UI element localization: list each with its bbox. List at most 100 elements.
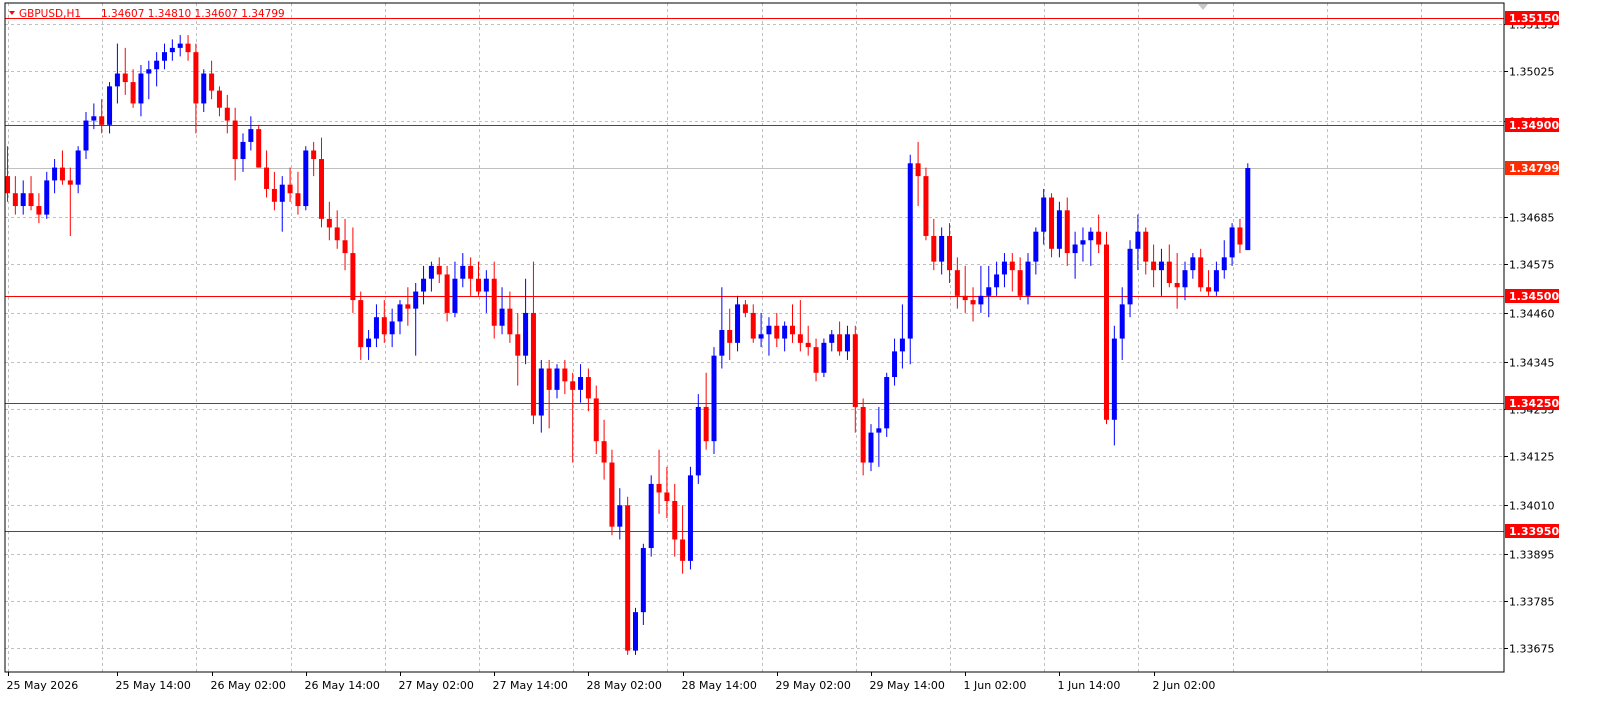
candle-body: [468, 265, 474, 279]
candle-body: [389, 321, 395, 335]
candle-body: [1119, 304, 1125, 339]
candle-body: [1041, 197, 1047, 232]
candle-body: [609, 462, 615, 527]
candle-bullish[interactable]: [687, 466, 693, 570]
candle-body: [491, 278, 497, 326]
time-tick-label: 2 Jun 02:00: [1153, 679, 1216, 692]
candle-body: [523, 312, 529, 356]
symbol-header: GBPUSD,H1 1.34607 1.34810 1.34607 1.3479…: [9, 8, 285, 20]
candle-body: [1111, 338, 1117, 420]
candle-body: [664, 492, 670, 502]
candle-body: [162, 52, 167, 61]
candle-body: [554, 368, 560, 390]
candle-bearish[interactable]: [1049, 193, 1055, 258]
candle-body: [99, 116, 105, 125]
candle-body: [122, 73, 128, 83]
candle-body: [67, 180, 73, 185]
candle-body: [279, 184, 285, 202]
candle-body: [240, 141, 246, 160]
price-tick-label: 1.34575: [1509, 259, 1555, 272]
candle-body: [907, 163, 913, 339]
candle-bullish[interactable]: [821, 338, 827, 378]
candle-bullish[interactable]: [648, 475, 654, 557]
candle-bullish[interactable]: [1245, 163, 1251, 251]
candle-bullish[interactable]: [695, 394, 701, 484]
candle-body: [1206, 287, 1212, 292]
candle-body: [892, 351, 898, 378]
candle-body: [114, 73, 120, 87]
candle-body: [1213, 270, 1219, 292]
candle-body: [1166, 261, 1172, 283]
candle-body: [177, 43, 183, 48]
candle-body: [1072, 244, 1078, 254]
time-tick-label: 25 May 2026: [7, 679, 79, 692]
candle-bullish[interactable]: [711, 347, 717, 454]
candle-body: [546, 368, 552, 390]
candle-bullish[interactable]: [633, 607, 638, 655]
candle-body: [193, 52, 199, 104]
candle-body: [138, 73, 144, 104]
price-tick-label: 1.34125: [1509, 451, 1555, 464]
candle-body: [774, 325, 780, 339]
candle-body: [978, 295, 984, 305]
candle-body: [727, 330, 733, 343]
candle-bullish[interactable]: [303, 146, 309, 211]
candle-body: [1127, 248, 1133, 305]
candle-body: [1088, 231, 1094, 241]
candle-body: [319, 159, 324, 219]
candle-body: [1182, 270, 1188, 288]
price-tick-label: 1.34345: [1509, 357, 1555, 370]
candle-bearish[interactable]: [625, 496, 631, 655]
candle-body: [782, 325, 788, 339]
chart-window[interactable]: 1.351351.350251.349101.346851.345751.344…: [0, 0, 1601, 713]
price-tick-label: 1.33895: [1509, 549, 1555, 562]
candle-bullish[interactable]: [907, 154, 913, 365]
candle-body: [656, 483, 662, 493]
candle-body: [52, 167, 58, 181]
candle-body: [1221, 257, 1227, 271]
candle-body: [735, 304, 741, 343]
candle-body: [742, 304, 748, 313]
candle-body: [876, 428, 882, 433]
time-tick-label: 25 May 14:00: [116, 679, 191, 692]
candle-body: [703, 406, 709, 442]
candle-body: [672, 501, 678, 540]
candle-body: [766, 325, 772, 335]
candle-body: [837, 334, 843, 352]
candle-bearish[interactable]: [256, 124, 262, 168]
candle-body: [947, 235, 952, 271]
candle-body: [91, 116, 97, 121]
level-price-label: 1.35150: [1509, 12, 1559, 25]
level-price-label: 1.34250: [1509, 397, 1559, 410]
candle-body: [884, 377, 890, 429]
candle-bearish[interactable]: [609, 449, 615, 536]
price-tick-label: 1.33785: [1509, 596, 1555, 609]
candle-body: [154, 60, 160, 70]
candle-body: [1245, 168, 1251, 251]
candle-body: [271, 188, 277, 202]
candle-body: [358, 300, 364, 348]
candle-body: [499, 308, 505, 326]
candle-body: [1158, 261, 1164, 271]
ohlc-label: 1.34607 1.34810 1.34607 1.34799: [101, 8, 285, 20]
candle-body: [530, 312, 536, 416]
candle-body: [1009, 261, 1015, 271]
candle-body: [1143, 231, 1149, 262]
candle-body: [625, 505, 631, 651]
candle-body: [444, 274, 450, 313]
candle-body: [20, 193, 26, 207]
candlestick-chart[interactable]: 1.351351.350251.349101.346851.345751.344…: [0, 0, 1601, 713]
time-tick-label: 26 May 14:00: [305, 679, 380, 692]
candle-bearish[interactable]: [923, 167, 929, 241]
candle-body: [1017, 270, 1023, 296]
candle-bearish[interactable]: [1104, 231, 1109, 425]
candle-body: [868, 432, 874, 463]
candle-body: [813, 347, 819, 373]
candle-body: [648, 483, 654, 549]
candle-bullish[interactable]: [884, 372, 890, 437]
candle-body: [44, 180, 50, 215]
candle-body: [986, 287, 992, 296]
candle-body: [1096, 231, 1102, 245]
candle-body: [695, 406, 701, 476]
candle-body: [1025, 261, 1031, 296]
